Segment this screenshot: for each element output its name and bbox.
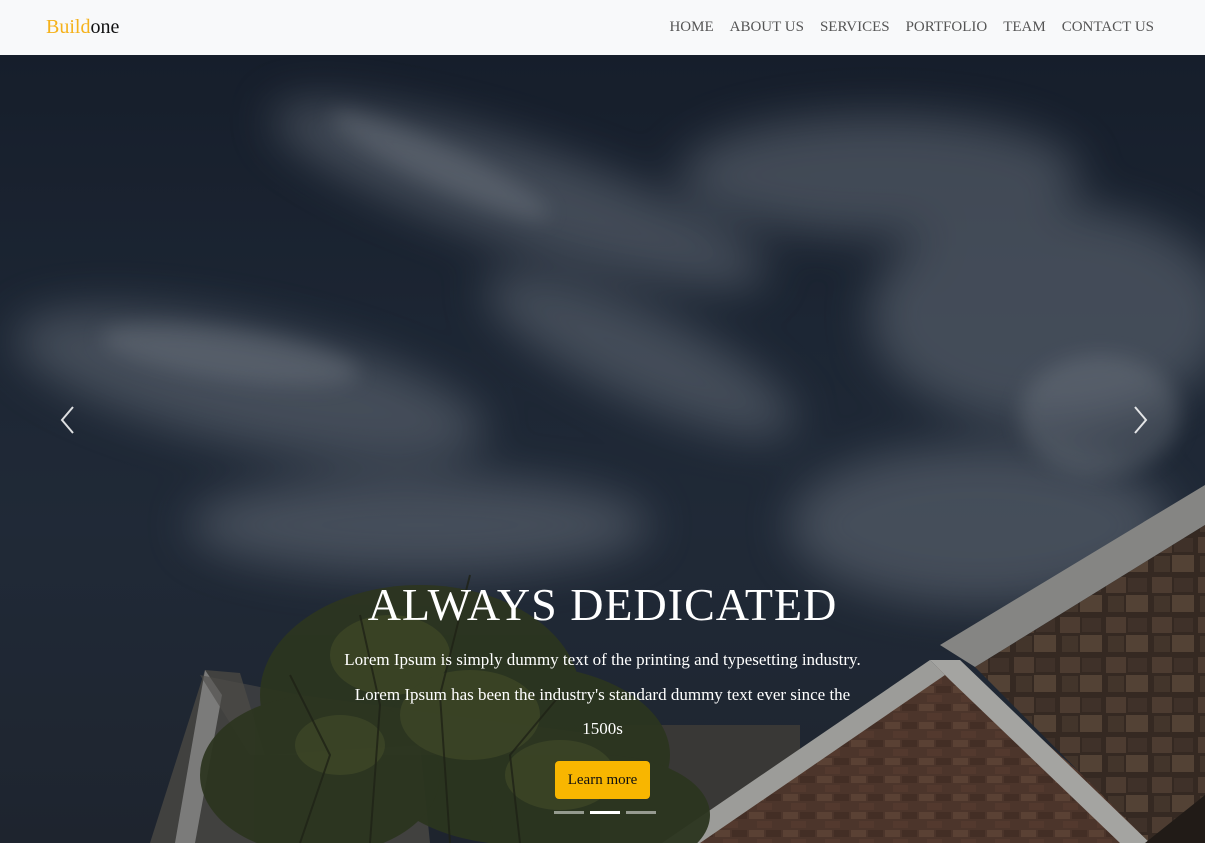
carousel-next-button[interactable] <box>1120 398 1160 442</box>
hero-caption: ALWAYS DEDICATED Lorem Ipsum is simply d… <box>0 575 1205 799</box>
nav-item-contact-us[interactable]: CONTACT US <box>1054 17 1154 37</box>
learn-more-button[interactable]: Learn more <box>554 760 651 799</box>
navbar: Buildone HOME ABOUT US SERVICES PORTFOLI… <box>0 0 1205 55</box>
brand-part-one: one <box>90 16 120 38</box>
nav-item-home[interactable]: HOME <box>661 17 721 37</box>
brand-part-build: Build <box>46 16 91 38</box>
chevron-right-icon <box>1134 406 1148 434</box>
carousel-indicator-1[interactable] <box>554 811 584 814</box>
nav-item-team[interactable]: TEAM <box>995 17 1054 37</box>
nav-item-about-us[interactable]: ABOUT US <box>722 17 812 37</box>
carousel-indicators <box>554 811 656 814</box>
main-nav: HOME ABOUT US SERVICES PORTFOLIO TEAM CO… <box>661 17 1154 37</box>
carousel-indicator-2[interactable] <box>590 811 620 814</box>
brand-logo[interactable]: Buildone <box>46 15 119 39</box>
hero-carousel: ALWAYS DEDICATED Lorem Ipsum is simply d… <box>0 55 1205 843</box>
carousel-prev-button[interactable] <box>48 398 88 442</box>
hero-description: Lorem Ipsum is simply dummy text of the … <box>344 650 861 738</box>
carousel-indicator-3[interactable] <box>626 811 656 814</box>
nav-item-portfolio[interactable]: PORTFOLIO <box>898 17 996 37</box>
chevron-left-icon <box>60 406 74 434</box>
hero-title: ALWAYS DEDICATED <box>367 579 838 630</box>
nav-item-services[interactable]: SERVICES <box>812 17 898 37</box>
